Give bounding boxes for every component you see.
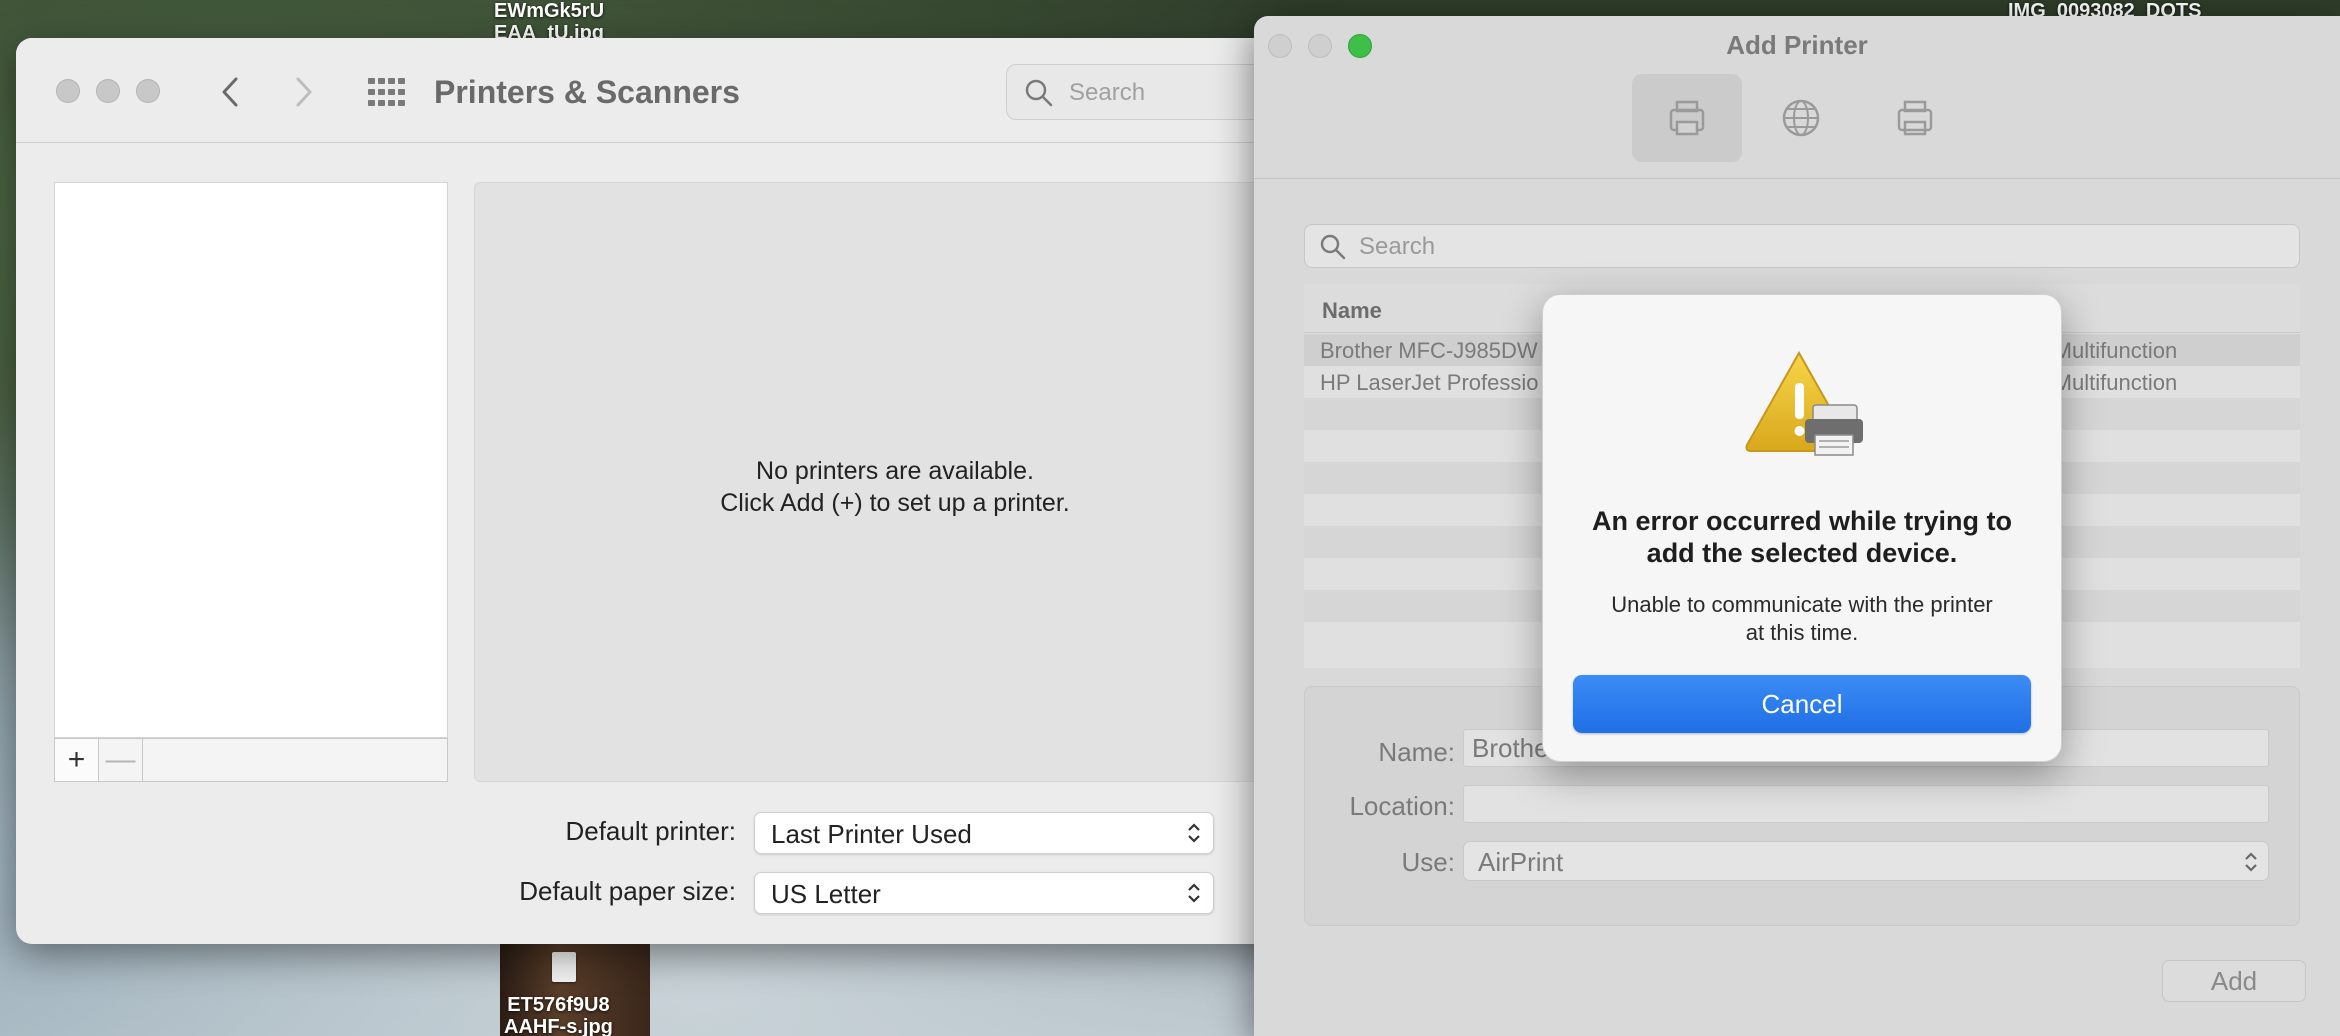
warning-printer-icon (1745, 350, 1863, 456)
default-printers-tab[interactable] (1632, 74, 1742, 162)
default-printer-value: Last Printer Used (771, 819, 972, 849)
minimize-window-button[interactable] (96, 79, 120, 103)
forward-button[interactable] (286, 72, 322, 112)
name-label: Name: (1378, 737, 1455, 767)
alert-message-line1: Unable to communicate with the printer (1611, 592, 1993, 617)
alert-title-line2: add the selected device. (1646, 538, 1958, 568)
add-button[interactable]: Add (2162, 960, 2306, 1002)
printers-scanners-window: Printers & Scanners Search + — No printe… (16, 38, 1356, 944)
alert-message: Unable to communicate with the printer a… (1583, 591, 2021, 647)
desktop-file-label[interactable]: ET576f9U8 AAHF-s.jpg (504, 994, 613, 1036)
alert-title: An error occurred while trying to add th… (1563, 505, 2041, 569)
default-printer-label: Default printer: (565, 816, 736, 846)
column-header-name[interactable]: Name (1322, 298, 1382, 324)
printer-name-value: Brothe (1472, 733, 1549, 763)
no-printers-message: No printers are available. (756, 457, 1034, 485)
search-icon (1025, 79, 1053, 107)
printer-icon (1669, 100, 1705, 136)
toolbar-divider (1254, 178, 2340, 179)
printer-search-field[interactable]: Search (1304, 224, 2300, 268)
use-driver-select[interactable]: AirPrint (1463, 841, 2269, 881)
globe-icon (1782, 99, 1820, 137)
windows-printer-tab[interactable] (1860, 74, 1970, 162)
updown-chevron-icon (2245, 852, 2257, 872)
add-printer-hint: Click Add (+) to set up a printer. (720, 489, 1070, 517)
alert-message-line2: at this time. (1745, 620, 1859, 645)
window-toolbar: Printers & Scanners Search (16, 38, 1356, 143)
close-window-button[interactable] (56, 79, 80, 103)
show-all-grid-icon[interactable] (368, 78, 406, 106)
printer-name: Brother MFC-J985DW (1320, 338, 1538, 363)
desktop-file-name-line2: AAHF-s.jpg (504, 1016, 613, 1036)
location-field[interactable] (1463, 785, 2269, 823)
use-label: Use: (1401, 847, 1455, 877)
error-alert-dialog: An error occurred while trying to add th… (1542, 294, 2062, 762)
remove-printer-button[interactable]: — (99, 739, 143, 781)
search-icon (1320, 234, 1346, 260)
alert-title-line1: An error occurred while trying to (1591, 506, 2013, 536)
printer-list[interactable] (54, 182, 448, 738)
back-button[interactable] (212, 72, 248, 112)
shared-printer-icon (1897, 100, 1933, 136)
printer-list-toolbar: + — (54, 738, 448, 782)
search-placeholder: Search (1069, 79, 1146, 106)
desktop-file-name-line1: EWmGk5rU (494, 0, 605, 22)
default-paper-size-value: US Letter (771, 879, 881, 909)
zoom-window-button[interactable] (136, 79, 160, 103)
document-icon[interactable] (552, 952, 576, 982)
default-paper-size-label: Default paper size: (519, 876, 736, 906)
cancel-button[interactable]: Cancel (1573, 675, 2031, 733)
window-title: Add Printer (1726, 30, 1868, 60)
chevron-left-icon (222, 77, 238, 107)
add-printer-button[interactable]: + (55, 739, 99, 781)
updown-chevron-icon (1188, 823, 1200, 843)
default-printer-select[interactable]: Last Printer Used (754, 812, 1214, 854)
default-paper-size-select[interactable]: US Letter (754, 872, 1214, 914)
printer-detail-pane: No printers are available. Click Add (+)… (474, 182, 1356, 782)
use-driver-value: AirPrint (1478, 847, 1564, 877)
updown-chevron-icon (1188, 883, 1200, 903)
window-title: Printers & Scanners (434, 74, 740, 110)
ip-printer-tab[interactable] (1746, 74, 1856, 162)
chevron-right-icon (296, 77, 312, 107)
printer-name: HP LaserJet Professio (1320, 370, 1539, 395)
location-label: Location: (1349, 791, 1455, 821)
search-placeholder: Search (1359, 233, 1436, 260)
desktop-file-name-line1: ET576f9U8 (507, 994, 610, 1016)
